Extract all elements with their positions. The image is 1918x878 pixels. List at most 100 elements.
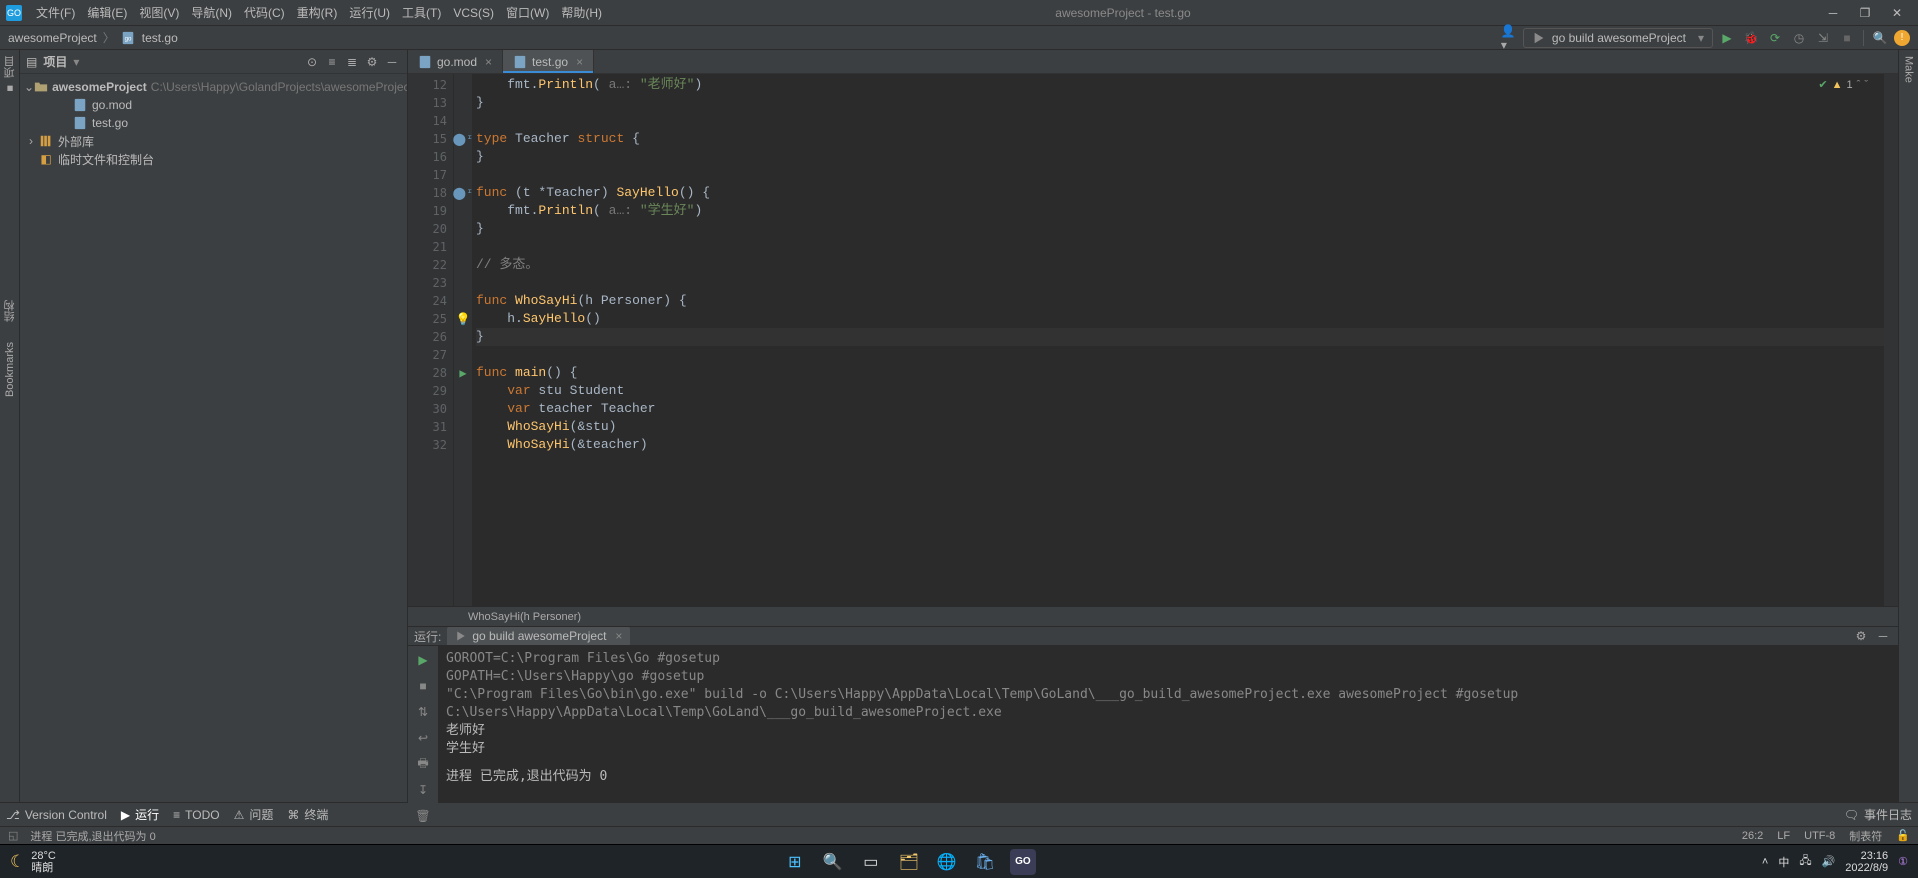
menu-item[interactable]: VCS(S) [447, 6, 500, 20]
settings-icon[interactable]: ⚙ [1852, 627, 1870, 645]
run-button[interactable]: ▶ [1717, 28, 1737, 48]
go-file-icon: go [121, 31, 135, 45]
menu-item[interactable]: 运行(U) [343, 4, 396, 21]
bottom-tab[interactable]: ≡TODO [173, 808, 219, 822]
hide-panel-icon[interactable]: ─ [1874, 627, 1892, 645]
chevron-down-icon[interactable]: ▾ [73, 55, 79, 69]
taskbar-clock[interactable]: 23:16 2022/8/9 [1845, 850, 1888, 874]
collapse-all-icon[interactable]: ≣ [343, 53, 361, 71]
gutter-markers[interactable]: ⬤ᶦ⬤ᶦ💡▶ [454, 74, 472, 606]
breadcrumb-file[interactable]: test.go [142, 31, 178, 45]
tree-file-testgo[interactable]: test.go [22, 114, 405, 132]
inspection-widget[interactable]: ✔ ▲ 1 ˆˇ [1818, 78, 1868, 91]
line-number-gutter[interactable]: 1213141516171819202122232425262728293031… [408, 74, 454, 606]
clear-icon[interactable]: 🗑 [413, 806, 433, 826]
tray-ime[interactable]: 中 [1778, 854, 1789, 870]
chevron-right-icon[interactable]: › [24, 134, 38, 148]
navigation-toolbar: awesomeProject 〉 go test.go 👤▾ go build … [0, 26, 1918, 50]
goland-icon[interactable]: GO [1010, 849, 1036, 875]
minimize-button[interactable]: ─ [1818, 3, 1848, 23]
code-breadcrumb[interactable]: WhoSayHi(h Personer) [408, 606, 1898, 626]
tree-file-gomod[interactable]: go.mod [22, 96, 405, 114]
menu-item[interactable]: 窗口(W) [500, 4, 555, 21]
tray-volume-icon[interactable]: 🔊 [1822, 855, 1836, 868]
tool-strip-project[interactable]: ■ 项目 [2, 56, 18, 94]
settings-icon[interactable]: ⚙ [363, 53, 381, 71]
code-editor[interactable]: fmt.Println( a…: "老师好")} type Teacher st… [472, 74, 1884, 606]
editor-tab[interactable]: go.mod× [408, 50, 503, 73]
taskbar-weather[interactable]: ☾ 28°C 晴朗 [10, 850, 56, 874]
editor-body[interactable]: 1213141516171819202122232425262728293031… [408, 74, 1898, 606]
close-button[interactable]: ✕ [1882, 3, 1912, 23]
bottom-tab[interactable]: ⌘终端 [287, 806, 328, 823]
file-explorer-icon[interactable]: 🗂 [896, 849, 922, 875]
tree-scratches[interactable]: ◧ 临时文件和控制台 [22, 150, 405, 168]
status-caret-position[interactable]: 26:2 [1742, 830, 1763, 842]
folder-icon [34, 79, 48, 95]
run-console-output[interactable]: GOROOT=C:\Program Files\Go #gosetupGOPAT… [438, 646, 1898, 826]
readonly-lock-icon[interactable]: 🔓 [1896, 829, 1910, 842]
status-line-separator[interactable]: LF [1777, 830, 1790, 842]
breadcrumb-project[interactable]: awesomeProject [8, 31, 97, 45]
search-everywhere-button[interactable]: 🔍 [1870, 28, 1890, 48]
start-button[interactable]: ⊞ [782, 849, 808, 875]
menu-item[interactable]: 文件(F) [30, 4, 81, 21]
tray-network-icon[interactable]: 🖧 [1799, 852, 1811, 871]
menu-item[interactable]: 编辑(E) [81, 4, 133, 21]
project-view-icon: ▤ [26, 55, 37, 69]
menu-item[interactable]: 工具(T) [396, 4, 447, 21]
menu-item[interactable]: 帮助(H) [555, 4, 608, 21]
tool-strip-structure[interactable]: 结构 [2, 300, 18, 322]
debug-button[interactable]: 🐞 [1741, 28, 1761, 48]
stop-button[interactable]: ■ [413, 676, 433, 696]
scroll-icon[interactable]: ↧ [413, 780, 433, 800]
locate-icon[interactable]: ⊙ [303, 53, 321, 71]
stop-button[interactable]: ■ [1837, 28, 1857, 48]
tree-root-folder[interactable]: ⌄ awesomeProject C:\Users\Happy\GolandPr… [22, 78, 405, 96]
status-encoding[interactable]: UTF-8 [1804, 830, 1835, 842]
ide-update-badge[interactable]: ! [1894, 30, 1910, 46]
menu-item[interactable]: 代码(C) [238, 4, 291, 21]
chevron-down-icon[interactable]: ⌄ [24, 80, 34, 94]
print-icon[interactable]: 🖶 [413, 754, 433, 774]
edge-browser-icon[interactable]: 🌐 [934, 849, 960, 875]
status-bar: ◱ 进程 已完成,退出代码为 0 26:2 LF UTF-8 制表符 🔓 [0, 826, 1918, 844]
expand-all-icon[interactable]: ≡ [323, 53, 341, 71]
notifications-icon[interactable]: ① [1898, 855, 1908, 868]
run-configuration-selector[interactable]: go build awesomeProject ▾ [1523, 28, 1713, 48]
profile-button[interactable]: ◷ [1789, 28, 1809, 48]
run-with-coverage-button[interactable]: ⟳ [1765, 28, 1785, 48]
bottom-tab[interactable]: ⎇Version Control [6, 808, 107, 822]
attach-button[interactable]: ⇲ [1813, 28, 1833, 48]
bottom-tab[interactable]: ▶运行 [121, 806, 159, 823]
rerun-button[interactable]: ▶ [413, 650, 433, 670]
user-icon[interactable]: 👤▾ [1501, 29, 1519, 47]
menu-item[interactable]: 视图(V) [133, 4, 185, 21]
task-view-icon[interactable]: ▭ [858, 849, 884, 875]
menu-item[interactable]: 导航(N) [185, 4, 238, 21]
store-icon[interactable]: 🛍 [972, 849, 998, 875]
taskbar-search-icon[interactable]: 🔍 [820, 849, 846, 875]
maximize-button[interactable]: ❐ [1850, 3, 1880, 23]
soft-wrap-icon[interactable]: ↩ [413, 728, 433, 748]
status-message: 进程 已完成,退出代码为 0 [30, 828, 155, 844]
tray-chevron-icon[interactable]: ˄ [1762, 856, 1768, 868]
editor-error-stripe[interactable] [1884, 74, 1898, 606]
event-log-tab[interactable]: 🗨事件日志 [1844, 806, 1912, 823]
hide-panel-icon[interactable]: ─ [383, 53, 401, 71]
tree-external-libraries[interactable]: › 外部库 [22, 132, 405, 150]
menu-item[interactable]: 重构(R) [291, 4, 344, 21]
close-tab-icon[interactable]: × [485, 55, 492, 69]
tool-strip-make[interactable]: Make [1903, 56, 1915, 83]
bottom-tab[interactable]: ⚠问题 [234, 806, 274, 823]
close-tab-icon[interactable]: × [576, 55, 583, 69]
status-square-icon[interactable]: ◱ [8, 829, 18, 842]
run-config-tab[interactable]: go build awesomeProject × [447, 627, 630, 645]
tool-strip-bookmarks[interactable]: Bookmarks [4, 342, 16, 397]
editor-tab[interactable]: test.go× [503, 50, 594, 73]
status-indent[interactable]: 制表符 [1849, 828, 1882, 844]
layout-icon[interactable]: ⇅ [413, 702, 433, 722]
project-tree[interactable]: ⌄ awesomeProject C:\Users\Happy\GolandPr… [20, 74, 407, 802]
breadcrumb-separator: 〉 [103, 29, 115, 46]
close-tab-icon[interactable]: × [615, 629, 622, 643]
